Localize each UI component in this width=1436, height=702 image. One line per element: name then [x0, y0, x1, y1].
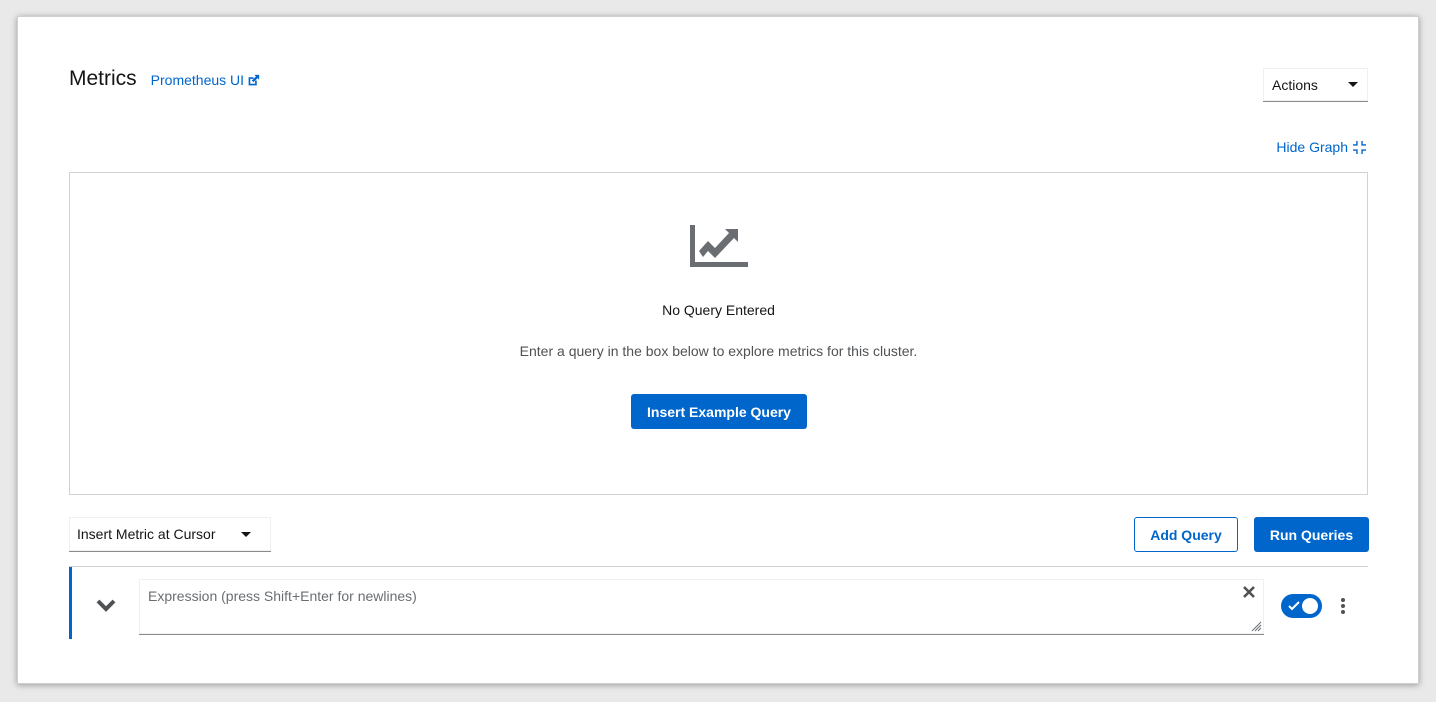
chevron-down-icon[interactable]	[96, 599, 116, 613]
empty-state-title: No Query Entered	[662, 302, 775, 318]
actions-dropdown[interactable]: Actions	[1263, 68, 1368, 102]
insert-example-query-button[interactable]: Insert Example Query	[631, 394, 807, 429]
insert-metric-label: Insert Metric at Cursor	[77, 526, 216, 542]
toggle-knob	[1302, 598, 1318, 614]
expression-input[interactable]: Expression (press Shift+Enter for newlin…	[139, 579, 1264, 635]
empty-state-body: Enter a query in the box below to explor…	[519, 343, 918, 359]
compress-icon	[1353, 140, 1366, 154]
external-link-icon	[248, 74, 260, 85]
metrics-page: Metrics Prometheus UI Actions Hide Graph…	[17, 16, 1419, 684]
close-icon[interactable]	[1242, 585, 1256, 599]
query-accent-bar	[69, 567, 72, 639]
page-header: Metrics Prometheus UI	[69, 67, 260, 91]
insert-metric-dropdown[interactable]: Insert Metric at Cursor	[69, 517, 271, 552]
hide-graph-button[interactable]: Hide Graph	[1276, 139, 1366, 155]
actions-dropdown-label: Actions	[1272, 76, 1318, 93]
caret-down-icon	[241, 531, 251, 537]
chart-line-icon	[690, 225, 748, 267]
hide-graph-label: Hide Graph	[1276, 139, 1348, 155]
prometheus-ui-link[interactable]: Prometheus UI	[151, 72, 260, 88]
caret-down-icon	[1348, 82, 1358, 87]
check-icon	[1288, 601, 1300, 611]
graph-panel: No Query Entered Enter a query in the bo…	[69, 172, 1368, 495]
resize-handle-icon[interactable]	[1251, 621, 1262, 632]
page-title: Metrics	[69, 67, 137, 90]
query-enabled-toggle[interactable]	[1281, 594, 1322, 618]
expression-placeholder: Expression (press Shift+Enter for newlin…	[148, 588, 417, 604]
run-queries-button[interactable]: Run Queries	[1254, 517, 1369, 552]
kebab-menu-icon[interactable]	[1339, 597, 1347, 615]
add-query-button[interactable]: Add Query	[1134, 517, 1238, 552]
prometheus-ui-link-label: Prometheus UI	[150, 72, 245, 88]
query-row: Expression (press Shift+Enter for newlin…	[69, 567, 1368, 639]
